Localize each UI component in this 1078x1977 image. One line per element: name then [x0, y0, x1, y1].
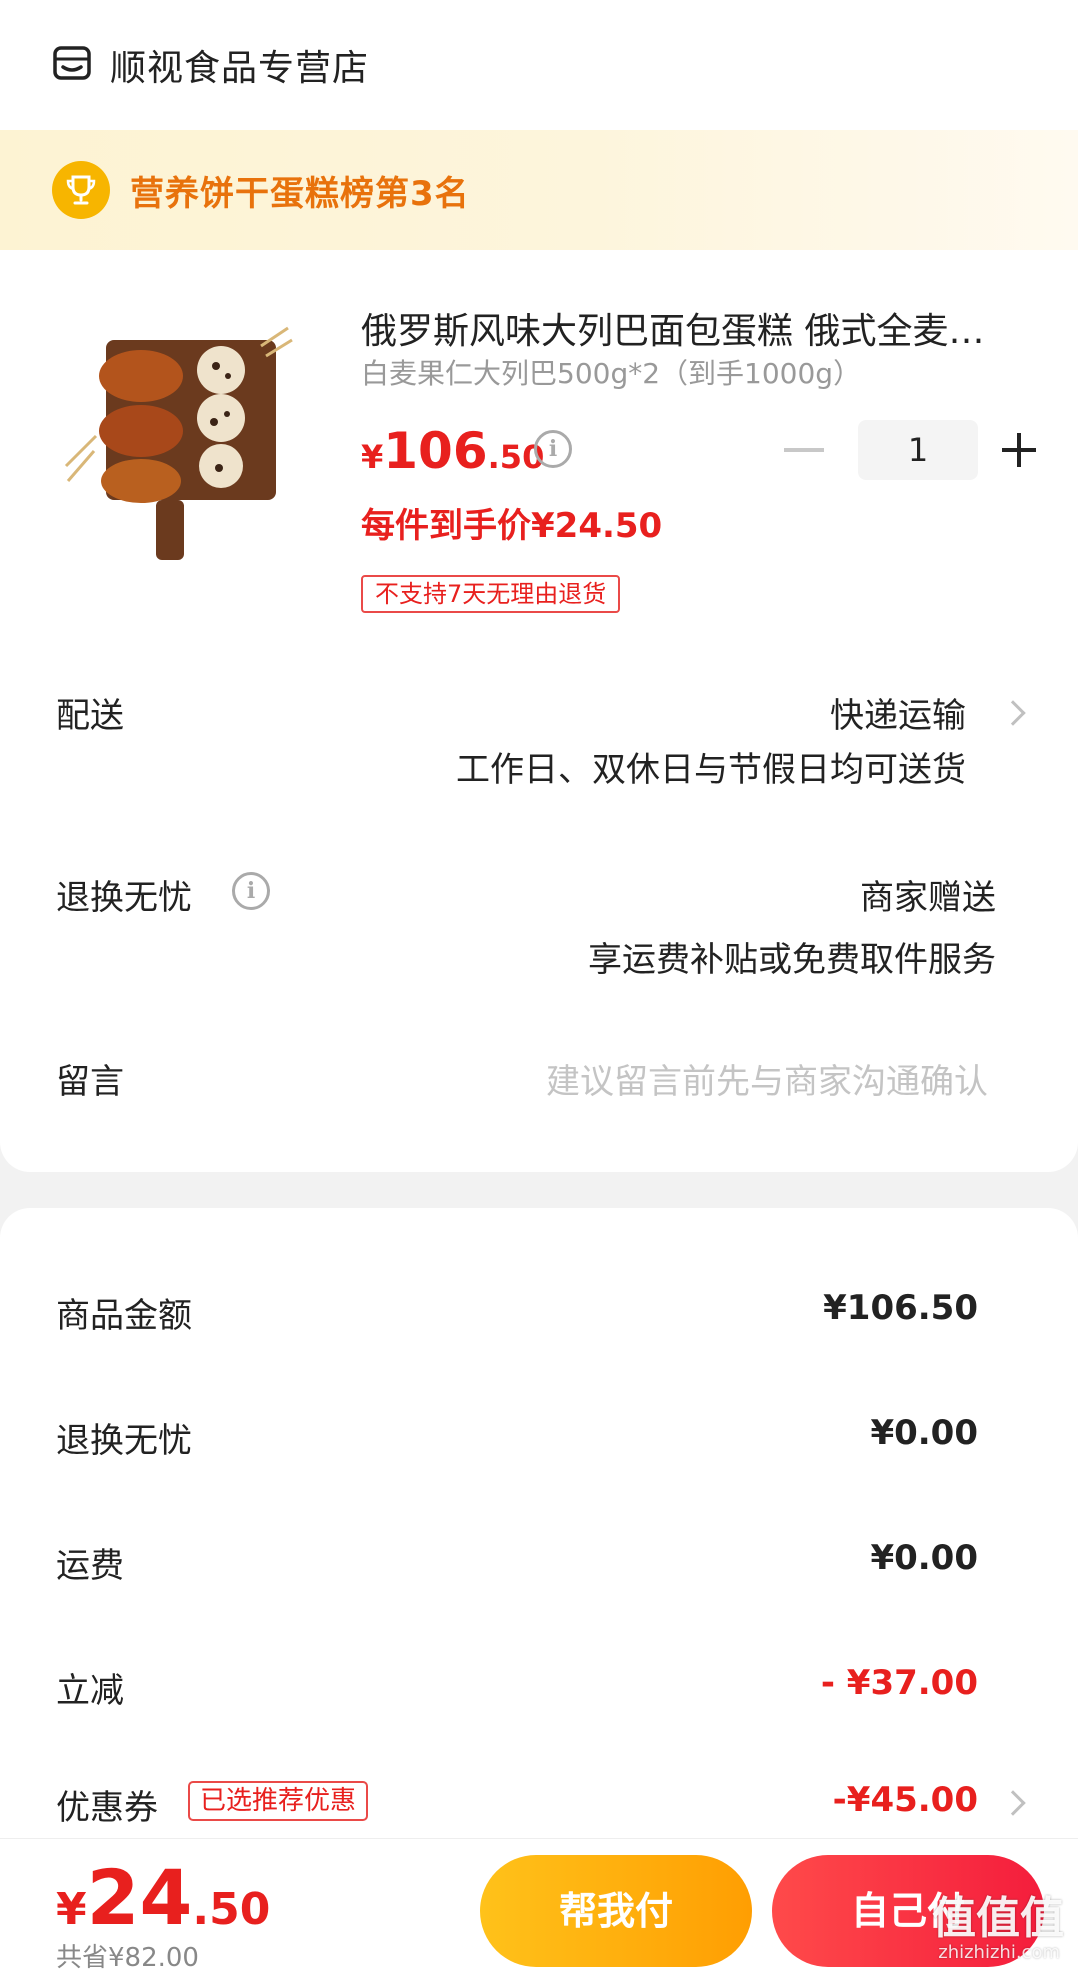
- product-image[interactable]: [56, 326, 296, 566]
- quantity-value[interactable]: 1: [858, 420, 978, 480]
- checkout-page: 顺视食品专营店 营养饼干蛋糕榜第3名 俄罗斯风味大列巴面包蛋糕 俄式全麦果仁 白…: [0, 0, 1078, 1977]
- message-label: 留言: [56, 1062, 124, 1102]
- fee-label: 退换无忧: [56, 1421, 192, 1461]
- coupon-label: 优惠券: [56, 1788, 158, 1828]
- saved-amount: 共省¥82.00: [56, 1943, 199, 1973]
- fee-label: 运费: [56, 1546, 124, 1586]
- price-currency: ¥: [361, 438, 384, 476]
- returns-provider: 商家赠送: [860, 878, 996, 918]
- store-icon: [53, 46, 91, 80]
- quantity-stepper: 1: [784, 420, 1036, 480]
- no-return-tag: 不支持7天无理由退货: [361, 575, 621, 613]
- coupon-selected-tag[interactable]: 已选推荐优惠: [188, 1781, 369, 1821]
- returns-label: 退换无忧: [56, 878, 192, 918]
- total-currency: ¥: [56, 1884, 87, 1935]
- help-pay-button[interactable]: 帮我付: [480, 1855, 752, 1967]
- rank-banner[interactable]: 营养饼干蛋糕榜第3名: [0, 130, 1078, 250]
- total-decimal: .50: [192, 1884, 271, 1935]
- coupon-value[interactable]: -¥45.00: [833, 1780, 978, 1820]
- bottom-bar: ¥ 24 .50 共省¥82.00 帮我付 自己付: [0, 1838, 1078, 1977]
- fee-card: 商品金额 ¥106.50 退换无忧 ¥0.00 运费 ¥0.00 立减 - ¥3…: [0, 1208, 1078, 1868]
- fee-value: ¥106.50: [823, 1288, 978, 1328]
- plus-icon[interactable]: [1002, 433, 1036, 467]
- price-info-icon[interactable]: i: [534, 430, 572, 468]
- fee-value: ¥0.00: [870, 1413, 978, 1453]
- store-name: 顺视食品专营店: [110, 48, 370, 89]
- product-spec[interactable]: 白麦果仁大列巴500g*2（到手1000g）: [361, 352, 861, 392]
- unit-price: 每件到手价¥24.50: [361, 506, 663, 546]
- delivery-label: 配送: [56, 696, 124, 736]
- chevron-right-icon[interactable]: [1000, 1790, 1026, 1816]
- trophy-icon: [52, 161, 110, 219]
- returns-note: 享运费补贴或免费取件服务: [588, 940, 996, 980]
- discount-value: - ¥37.00: [820, 1663, 978, 1703]
- message-input[interactable]: 建议留言前先与商家沟通确认: [546, 1054, 988, 1103]
- fee-label: 立减: [56, 1671, 124, 1711]
- chevron-right-icon[interactable]: [1000, 700, 1026, 726]
- total-integer: 24: [86, 1853, 193, 1942]
- delivery-method[interactable]: 快递运输: [830, 688, 966, 737]
- product-card: 俄罗斯风味大列巴面包蛋糕 俄式全麦果仁 白麦果仁大列巴500g*2（到手1000…: [0, 250, 1078, 1172]
- price-integer: 106: [383, 422, 488, 480]
- rank-text: 营养饼干蛋糕榜第3名: [130, 173, 470, 214]
- fee-label: 商品金额: [56, 1296, 192, 1336]
- watermark-logo: 值值值: [932, 1893, 1064, 1944]
- product-price: ¥ 106 .50: [361, 422, 544, 480]
- product-title[interactable]: 俄罗斯风味大列巴面包蛋糕 俄式全麦果仁: [361, 302, 1001, 354]
- delivery-note: 工作日、双休日与节假日均可送货: [456, 750, 966, 790]
- watermark-url: zhizhizhi.com: [938, 1942, 1060, 1963]
- total-price: ¥ 24 .50: [56, 1853, 270, 1942]
- returns-info-icon[interactable]: i: [232, 872, 270, 910]
- minus-icon[interactable]: [784, 448, 824, 452]
- fee-value: ¥0.00: [870, 1538, 978, 1578]
- store-header[interactable]: 顺视食品专营店: [0, 0, 1078, 130]
